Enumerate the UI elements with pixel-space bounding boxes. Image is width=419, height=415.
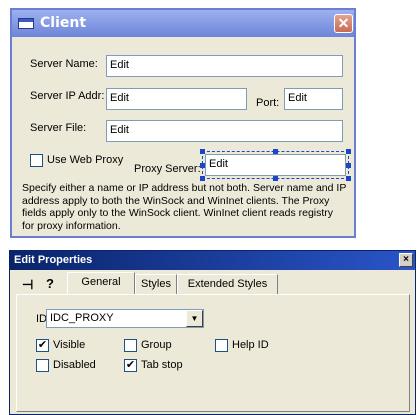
client-dialog: Client ✕ Server Name: Edit Server IP Add… [10,8,356,238]
visible-label: Visible [53,339,86,351]
tab-stop-checkbox[interactable]: ✔ [124,359,137,372]
server-file-input[interactable]: Edit [106,120,343,142]
proxy-server-input[interactable]: Edit [205,154,346,176]
resize-handle[interactable] [346,176,351,181]
server-file-label: Server File: [30,122,87,134]
help-id-checkbox[interactable] [215,339,228,352]
props-titlebar[interactable]: Edit Properties × [10,251,415,270]
tab-styles[interactable]: Styles [135,274,177,295]
port-label: Port: [256,97,280,109]
info-text: Specify either a name or IP address but … [22,182,347,232]
client-title: Client [40,15,87,31]
tab-stop-label: Tab stop [141,359,183,371]
window-icon [18,18,34,29]
props-title: Edit Properties [14,254,93,266]
close-button[interactable]: × [399,253,413,267]
resize-handle[interactable] [273,176,278,181]
tab-extended-styles[interactable]: Extended Styles [177,274,278,295]
help-icon[interactable]: ? [46,276,54,291]
resize-handle[interactable] [346,149,351,154]
disabled-label: Disabled [53,359,96,371]
port-input[interactable]: Edit [284,88,343,110]
client-titlebar[interactable]: Client ✕ [12,10,354,37]
resize-handle[interactable] [200,176,205,181]
disabled-checkbox[interactable] [36,359,49,372]
tab-general[interactable]: General [67,272,135,295]
resize-handle[interactable] [200,163,205,168]
edit-properties-dialog: Edit Properties × ⊣ ? General Styles Ext… [9,250,416,415]
server-name-label: Server Name: [30,58,98,70]
chevron-down-icon[interactable]: ▼ [186,310,203,327]
visible-checkbox[interactable]: ✔ [36,339,49,352]
server-name-input[interactable]: Edit [106,55,343,77]
id-combobox[interactable]: IDC_PROXY [46,309,204,328]
server-ip-input[interactable]: Edit [106,88,247,110]
pin-icon[interactable]: ⊣ [22,277,33,293]
use-web-proxy-label: Use Web Proxy [47,154,124,166]
proxy-server-label: Proxy Server: [134,163,201,175]
group-checkbox[interactable] [124,339,137,352]
resize-handle[interactable] [200,149,205,154]
server-ip-label: Server IP Addr: [30,90,105,102]
use-web-proxy-checkbox[interactable] [30,154,43,167]
close-button[interactable]: ✕ [334,14,353,33]
group-label: Group [141,339,172,351]
resize-handle[interactable] [273,149,278,154]
help-id-label: Help ID [232,339,269,351]
resize-handle[interactable] [346,163,351,168]
